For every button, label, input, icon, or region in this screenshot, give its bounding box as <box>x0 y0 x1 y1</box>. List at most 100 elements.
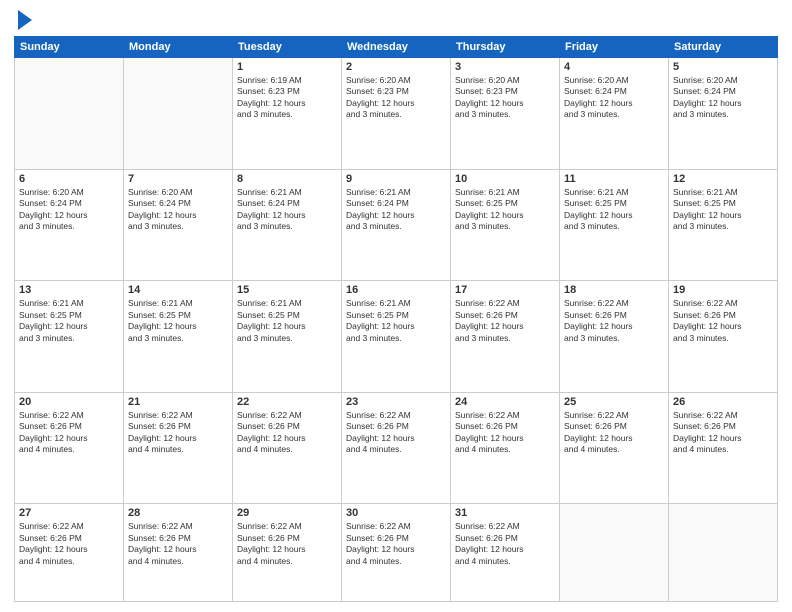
calendar-cell: 14Sunrise: 6:21 AM Sunset: 6:25 PM Dayli… <box>124 281 233 393</box>
calendar-cell: 18 Sunrise: 6:22 AM Sunset: 6:26 PM Dayli… <box>560 281 669 393</box>
cell-content: Sunrise: 6:22 AM Sunset: 6:26 PM Dayligh… <box>19 410 119 456</box>
calendar-cell <box>669 504 778 602</box>
cell-content: Sunrise: 6:20 AM Sunset: 6:24 PM Dayligh… <box>673 75 773 121</box>
cell-content: Sunrise: 6:20 AM Sunset: 6:24 PM Dayligh… <box>564 75 664 121</box>
day-number: 13 <box>19 284 119 296</box>
day-number: 2 <box>346 61 446 73</box>
calendar-header-tuesday: Tuesday <box>233 37 342 58</box>
calendar-cell: 29 Sunrise: 6:22 AM Sunset: 6:26 PM Dayli… <box>233 504 342 602</box>
day-number: 29 <box>237 507 337 519</box>
calendar-week-row: 27 Sunrise: 6:22 AM Sunset: 6:26 PM Dayli… <box>15 504 778 602</box>
day-number: 20 <box>19 396 119 408</box>
calendar-cell: 6Sunrise: 6:20 AM Sunset: 6:24 PM Daylig… <box>15 169 124 281</box>
day-number: 30 <box>346 507 446 519</box>
day-number: 3 <box>455 61 555 73</box>
cell-content: Sunrise: 6:21 AM Sunset: 6:25 PM Dayligh… <box>346 298 446 344</box>
calendar-cell: 4 Sunrise: 6:20 AM Sunset: 6:24 PM Daylig… <box>560 58 669 170</box>
day-number: 27 <box>19 507 119 519</box>
header <box>14 10 778 30</box>
cell-content: Sunrise: 6:21 AM Sunset: 6:25 PM Dayligh… <box>128 298 228 344</box>
cell-content: Sunrise: 6:22 AM Sunset: 6:26 PM Dayligh… <box>673 298 773 344</box>
cell-content: Sunrise: 6:21 AM Sunset: 6:24 PM Dayligh… <box>346 187 446 233</box>
cell-content: Sunrise: 6:22 AM Sunset: 6:26 PM Dayligh… <box>346 410 446 456</box>
calendar-header-friday: Friday <box>560 37 669 58</box>
day-number: 24 <box>455 396 555 408</box>
calendar-cell: 27 Sunrise: 6:22 AM Sunset: 6:26 PM Dayli… <box>15 504 124 602</box>
calendar-header-wednesday: Wednesday <box>342 37 451 58</box>
day-number: 19 <box>673 284 773 296</box>
calendar-cell: 15Sunrise: 6:21 AM Sunset: 6:25 PM Dayli… <box>233 281 342 393</box>
day-number: 10 <box>455 173 555 185</box>
calendar-cell: 20 Sunrise: 6:22 AM Sunset: 6:26 PM Dayli… <box>15 392 124 504</box>
calendar-cell: 5 Sunrise: 6:20 AM Sunset: 6:24 PM Daylig… <box>669 58 778 170</box>
calendar-header-saturday: Saturday <box>669 37 778 58</box>
day-number: 22 <box>237 396 337 408</box>
cell-content: Sunrise: 6:21 AM Sunset: 6:25 PM Dayligh… <box>455 187 555 233</box>
day-number: 18 <box>564 284 664 296</box>
cell-content: Sunrise: 6:22 AM Sunset: 6:26 PM Dayligh… <box>237 521 337 567</box>
calendar-cell <box>124 58 233 170</box>
cell-content: Sunrise: 6:22 AM Sunset: 6:26 PM Dayligh… <box>128 410 228 456</box>
calendar-cell: 17 Sunrise: 6:22 AM Sunset: 6:26 PM Dayli… <box>451 281 560 393</box>
cell-content: Sunrise: 6:22 AM Sunset: 6:26 PM Dayligh… <box>237 410 337 456</box>
cell-content: Sunrise: 6:22 AM Sunset: 6:26 PM Dayligh… <box>564 298 664 344</box>
cell-content: Sunrise: 6:22 AM Sunset: 6:26 PM Dayligh… <box>673 410 773 456</box>
cell-content: Sunrise: 6:20 AM Sunset: 6:23 PM Dayligh… <box>346 75 446 121</box>
calendar-header-thursday: Thursday <box>451 37 560 58</box>
cell-content: Sunrise: 6:22 AM Sunset: 6:26 PM Dayligh… <box>455 410 555 456</box>
day-number: 4 <box>564 61 664 73</box>
calendar-cell: 10 Sunrise: 6:21 AM Sunset: 6:25 PM Dayli… <box>451 169 560 281</box>
cell-content: Sunrise: 6:19 AM Sunset: 6:23 PM Dayligh… <box>237 75 337 121</box>
cell-content: Sunrise: 6:20 AM Sunset: 6:24 PM Dayligh… <box>128 187 228 233</box>
calendar-cell: 21 Sunrise: 6:22 AM Sunset: 6:26 PM Dayli… <box>124 392 233 504</box>
day-number: 1 <box>237 61 337 73</box>
page: SundayMondayTuesdayWednesdayThursdayFrid… <box>0 0 792 612</box>
cell-content: Sunrise: 6:21 AM Sunset: 6:25 PM Dayligh… <box>19 298 119 344</box>
calendar-cell: 2 Sunrise: 6:20 AM Sunset: 6:23 PM Daylig… <box>342 58 451 170</box>
cell-content: Sunrise: 6:22 AM Sunset: 6:26 PM Dayligh… <box>128 521 228 567</box>
calendar-cell: 1 Sunrise: 6:19 AM Sunset: 6:23 PM Daylig… <box>233 58 342 170</box>
calendar-cell: 11 Sunrise: 6:21 AM Sunset: 6:25 PM Dayli… <box>560 169 669 281</box>
cell-content: Sunrise: 6:20 AM Sunset: 6:23 PM Dayligh… <box>455 75 555 121</box>
calendar-cell: 30 Sunrise: 6:22 AM Sunset: 6:26 PM Dayli… <box>342 504 451 602</box>
calendar-cell: 22 Sunrise: 6:22 AM Sunset: 6:26 PM Dayli… <box>233 392 342 504</box>
day-number: 7 <box>128 173 228 185</box>
calendar-cell: 24 Sunrise: 6:22 AM Sunset: 6:26 PM Dayli… <box>451 392 560 504</box>
calendar-week-row: 13 Sunrise: 6:21 AM Sunset: 6:25 PM Dayli… <box>15 281 778 393</box>
calendar-header-sunday: Sunday <box>15 37 124 58</box>
day-number: 26 <box>673 396 773 408</box>
day-number: 17 <box>455 284 555 296</box>
calendar-cell: 26 Sunrise: 6:22 AM Sunset: 6:26 PM Dayli… <box>669 392 778 504</box>
day-number: 8 <box>237 173 337 185</box>
day-number: 9 <box>346 173 446 185</box>
day-number: 16 <box>346 284 446 296</box>
day-number: 5 <box>673 61 773 73</box>
day-number: 12 <box>673 173 773 185</box>
calendar-cell: 25Sunrise: 6:22 AM Sunset: 6:26 PM Dayli… <box>560 392 669 504</box>
cell-content: Sunrise: 6:22 AM Sunset: 6:26 PM Dayligh… <box>19 521 119 567</box>
calendar-cell: 13 Sunrise: 6:21 AM Sunset: 6:25 PM Dayli… <box>15 281 124 393</box>
day-number: 23 <box>346 396 446 408</box>
day-number: 11 <box>564 173 664 185</box>
calendar-week-row: 6 Sunrise: 6:20 AM Sunset: 6:24 PM Daylig… <box>15 169 778 281</box>
cell-content: Sunrise: 6:21 AM Sunset: 6:25 PM Dayligh… <box>237 298 337 344</box>
calendar-cell: 28Sunrise: 6:22 AM Sunset: 6:26 PM Dayli… <box>124 504 233 602</box>
calendar-cell: 3 Sunrise: 6:20 AM Sunset: 6:23 PM Daylig… <box>451 58 560 170</box>
day-number: 6 <box>19 173 119 185</box>
logo <box>14 10 32 30</box>
cell-content: Sunrise: 6:22 AM Sunset: 6:26 PM Dayligh… <box>564 410 664 456</box>
logo-arrow-icon <box>18 10 32 30</box>
calendar-cell: 23 Sunrise: 6:22 AM Sunset: 6:26 PM Dayli… <box>342 392 451 504</box>
cell-content: Sunrise: 6:22 AM Sunset: 6:26 PM Dayligh… <box>346 521 446 567</box>
calendar-week-row: 1 Sunrise: 6:19 AM Sunset: 6:23 PM Daylig… <box>15 58 778 170</box>
day-number: 21 <box>128 396 228 408</box>
day-number: 31 <box>455 507 555 519</box>
calendar-cell: 7 Sunrise: 6:20 AM Sunset: 6:24 PM Daylig… <box>124 169 233 281</box>
cell-content: Sunrise: 6:22 AM Sunset: 6:26 PM Dayligh… <box>455 298 555 344</box>
calendar-cell <box>15 58 124 170</box>
cell-content: Sunrise: 6:22 AM Sunset: 6:26 PM Dayligh… <box>455 521 555 567</box>
cell-content: Sunrise: 6:21 AM Sunset: 6:25 PM Dayligh… <box>673 187 773 233</box>
calendar-header-monday: Monday <box>124 37 233 58</box>
cell-content: Sunrise: 6:21 AM Sunset: 6:25 PM Dayligh… <box>564 187 664 233</box>
calendar-table: SundayMondayTuesdayWednesdayThursdayFrid… <box>14 36 778 602</box>
